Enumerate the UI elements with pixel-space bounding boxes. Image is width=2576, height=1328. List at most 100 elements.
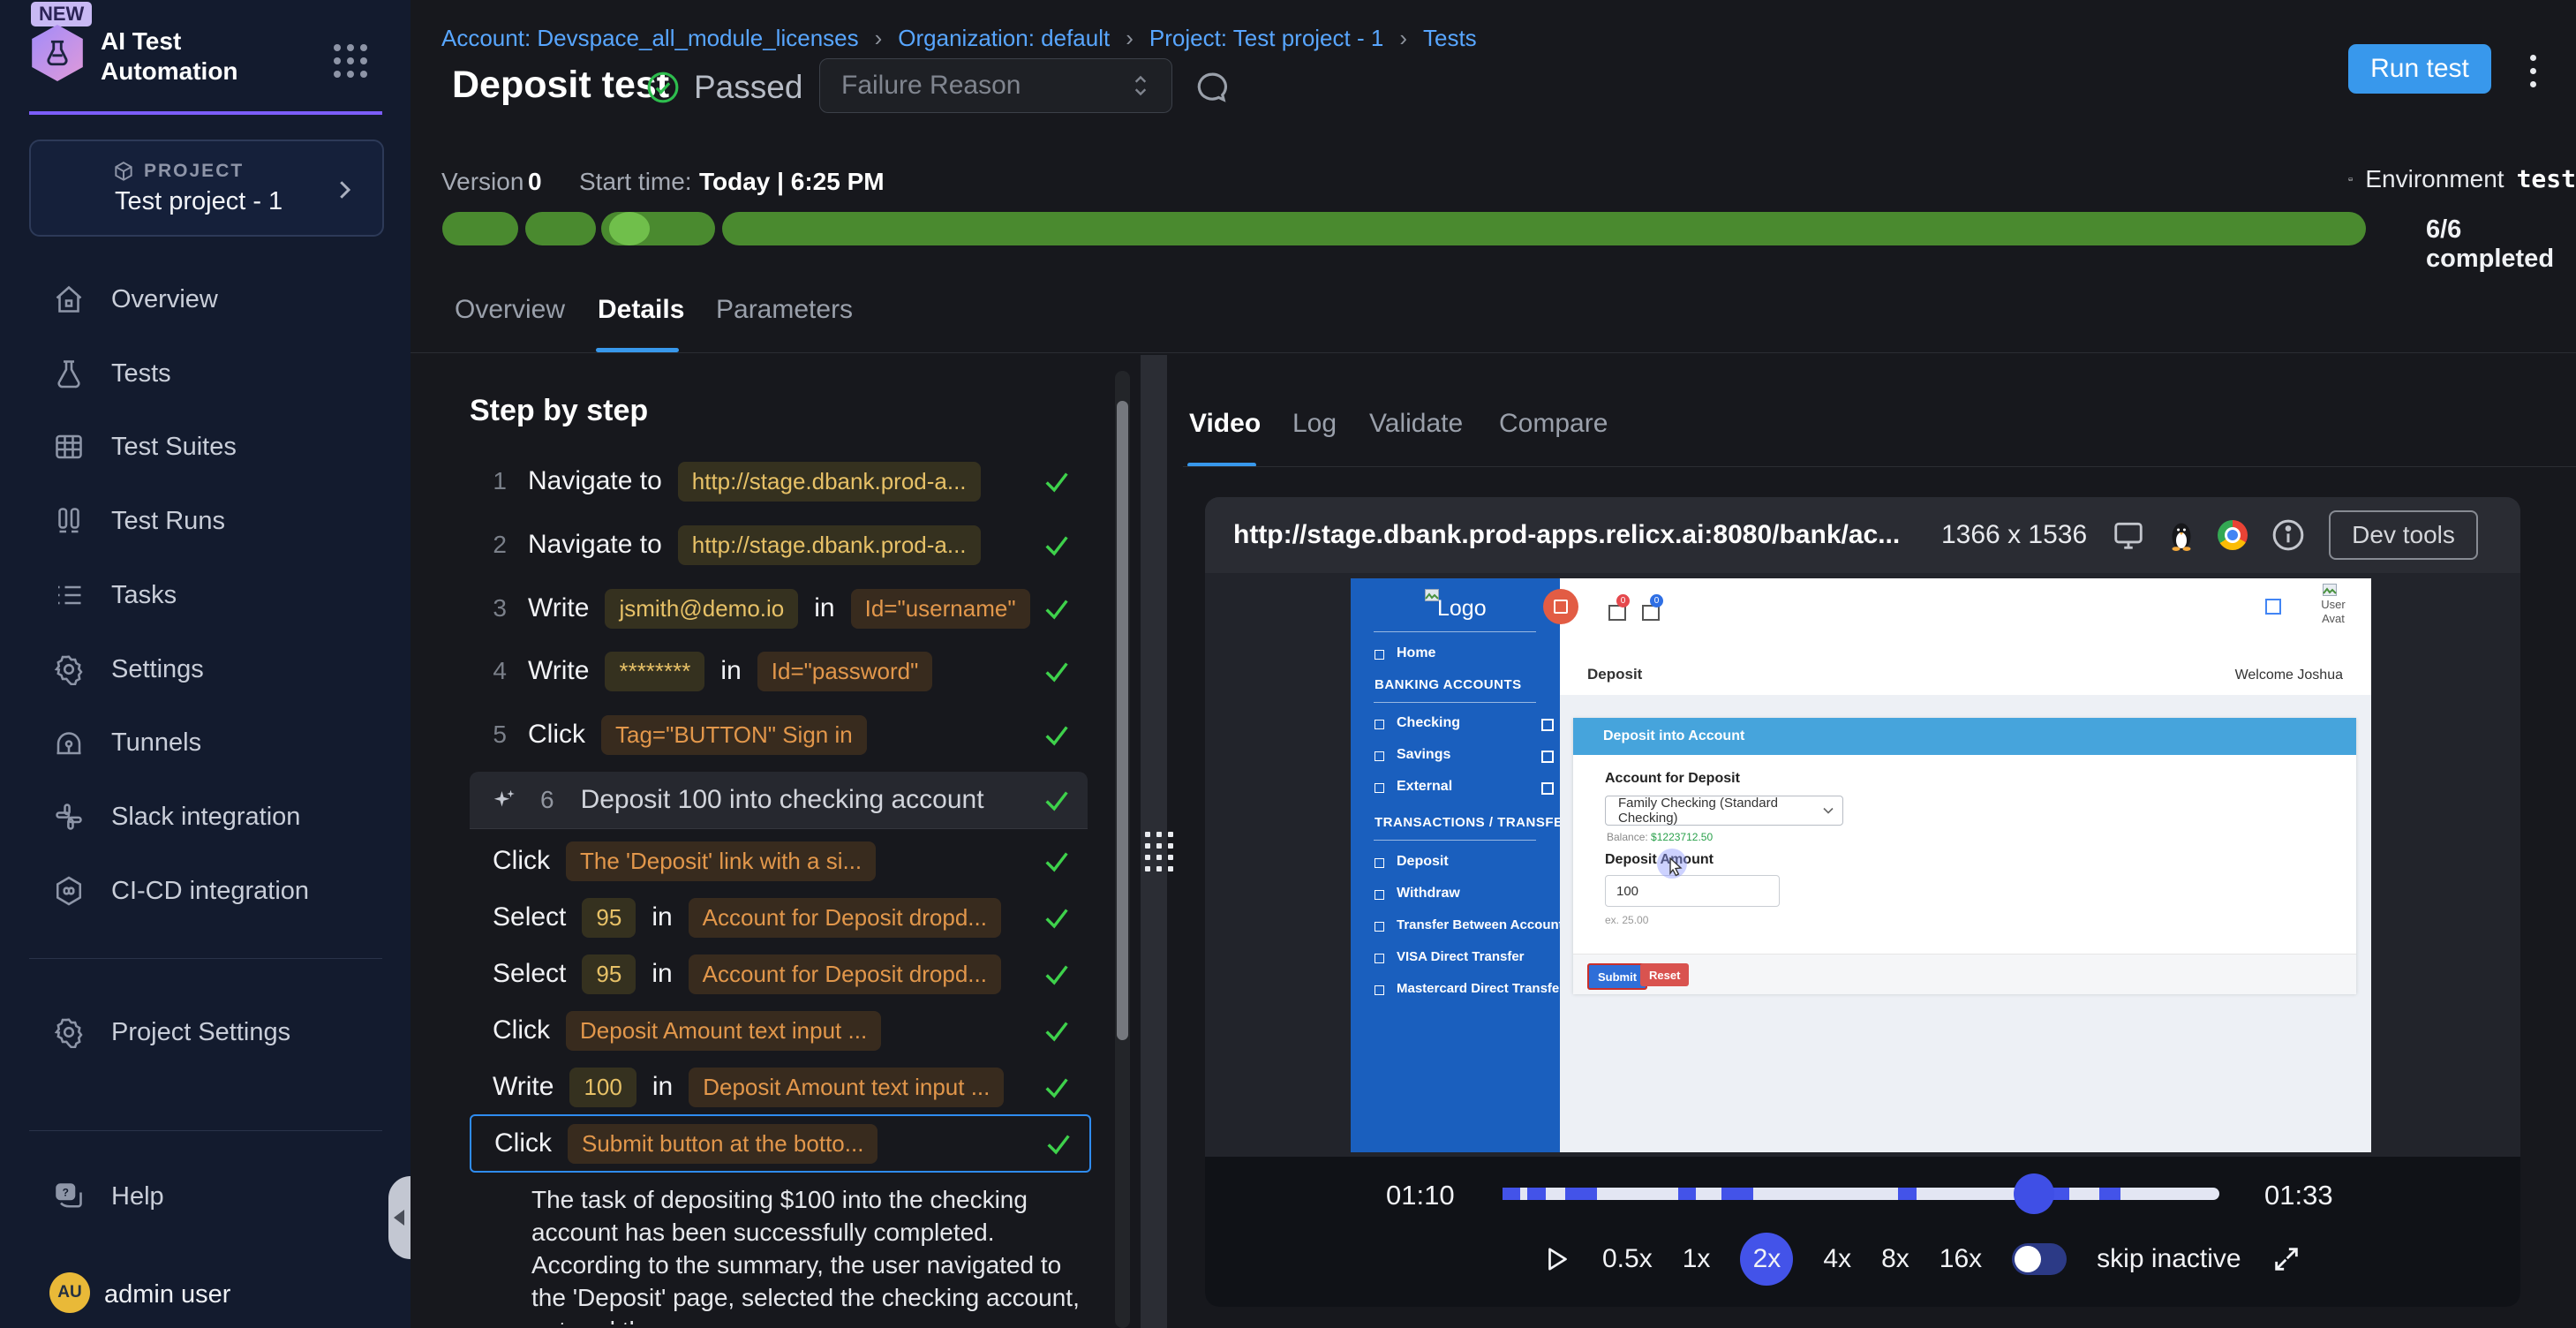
- sidebar-collapse-handle[interactable]: [388, 1176, 411, 1259]
- substep-row-2[interactable]: Select 95 in Account for Deposit dropd..…: [470, 890, 1088, 945]
- step-row-2[interactable]: 2 Navigate to http://stage.dbank.prod-a.…: [470, 517, 1088, 572]
- check-icon: [1042, 846, 1072, 876]
- video-resolution: 1366 x 1536: [1941, 520, 2087, 550]
- step-summary-text: The task of depositing $100 into the che…: [531, 1183, 1089, 1324]
- run-test-button[interactable]: Run test: [2348, 44, 2491, 94]
- breadcrumb-separator: ›: [875, 25, 883, 52]
- tab-details[interactable]: Details: [598, 295, 684, 325]
- play-icon[interactable]: [1540, 1243, 1572, 1275]
- check-icon: [1042, 656, 1072, 686]
- skip-inactive-toggle[interactable]: [2012, 1243, 2067, 1275]
- broken-avatar-icon: [2323, 584, 2337, 596]
- user-avatar[interactable]: AU: [49, 1272, 90, 1313]
- speed-16x[interactable]: 16x: [1940, 1244, 1982, 1274]
- scrollbar-thumb[interactable]: [1117, 401, 1128, 1040]
- tab-parameters[interactable]: Parameters: [716, 295, 853, 325]
- check-icon: [1043, 1128, 1073, 1158]
- timeline-track[interactable]: [1503, 1188, 2219, 1200]
- substep-row-3[interactable]: Select 95 in Account for Deposit dropd..…: [470, 947, 1088, 1001]
- step-row-3[interactable]: 3 Write jsmith@demo.io in Id="username": [470, 581, 1088, 636]
- speed-2x-active[interactable]: 2x: [1740, 1233, 1793, 1286]
- value-chip: jsmith@demo.io: [605, 589, 798, 629]
- selector-chip: The 'Deposit' link with a si...: [566, 841, 876, 881]
- substep-row-5[interactable]: Write 100 in Deposit Amount text input .…: [470, 1060, 1088, 1114]
- chevron-down-icon: [1823, 807, 1834, 814]
- substep-row-6-selected[interactable]: Click Submit button at the botto...: [470, 1114, 1091, 1173]
- steps-scrollbar[interactable]: [1115, 371, 1130, 1328]
- step-group-header[interactable]: 6 Deposit 100 into checking account: [470, 772, 1088, 829]
- project-label: PROJECT: [144, 161, 244, 182]
- project-selector[interactable]: PROJECT Test project - 1: [29, 140, 384, 237]
- video-frame[interactable]: Logo Home BANKING ACCOUNTS Checking Savi…: [1351, 578, 2371, 1152]
- step-row-5[interactable]: 5 Click Tag="BUTTON" Sign in: [470, 707, 1088, 762]
- check-icon: [1042, 530, 1072, 560]
- home-icon: [53, 283, 85, 315]
- mouse-cursor-icon: [1667, 857, 1684, 877]
- tab-video[interactable]: Video: [1189, 409, 1261, 439]
- breadcrumb-project[interactable]: Project: Test project - 1: [1149, 25, 1383, 52]
- skip-inactive-label: skip inactive: [2097, 1244, 2241, 1274]
- info-icon[interactable]: [2271, 517, 2306, 553]
- more-options-icon[interactable]: [2530, 55, 2536, 87]
- sidebar-item-tunnels[interactable]: Tunnels: [35, 714, 388, 771]
- bank-titlebar: Deposit Welcome Joshua: [1560, 655, 2371, 696]
- sidebar-item-test-suites[interactable]: Test Suites: [35, 419, 388, 475]
- progress-completed-text: 6/6 completed: [2426, 215, 2576, 274]
- video-header: http://stage.dbank.prod-apps.relicx.ai:8…: [1205, 497, 2520, 573]
- speed-0.5x[interactable]: 0.5x: [1602, 1244, 1653, 1274]
- sidebar-item-slack-integration[interactable]: Slack integration: [35, 788, 388, 845]
- failure-reason-select[interactable]: Failure Reason: [819, 58, 1172, 113]
- columns-icon: [53, 505, 85, 537]
- playback-controls: 0.5x 1x 2x 4x 8x 16x skip inactive: [1540, 1243, 2301, 1275]
- breadcrumb-separator: ›: [1126, 25, 1134, 52]
- environment-value: test: [2517, 164, 2576, 193]
- sidebar-item-tasks[interactable]: Tasks: [35, 567, 388, 623]
- sidebar-item-help[interactable]: ? Help: [35, 1168, 388, 1225]
- tab-compare[interactable]: Compare: [1499, 409, 1608, 439]
- sidebar-item-test-runs[interactable]: Test Runs: [35, 493, 388, 549]
- dev-tools-button[interactable]: Dev tools: [2329, 510, 2478, 560]
- speed-8x[interactable]: 8x: [1881, 1244, 1909, 1274]
- progress-segment: [525, 212, 596, 245]
- divider: [29, 1130, 382, 1131]
- check-icon: [1042, 1072, 1072, 1102]
- breadcrumb-tests[interactable]: Tests: [1423, 25, 1477, 52]
- timeline-thumb[interactable]: [2014, 1173, 2054, 1214]
- timeline-marker: [1721, 1188, 1753, 1200]
- sidebar-item-settings[interactable]: Settings: [35, 641, 388, 698]
- bank-submit-button: Submit: [1587, 963, 1647, 990]
- sidebar-item-cicd-integration[interactable]: CI-CD integration: [35, 863, 388, 919]
- sidebar-item-overview[interactable]: Overview: [35, 271, 388, 328]
- divider: [29, 958, 382, 959]
- step-row-4[interactable]: 4 Write ******** in Id="password": [470, 644, 1088, 698]
- tab-overview[interactable]: Overview: [455, 295, 565, 325]
- timeline-marker: [1678, 1188, 1696, 1200]
- step-row-1[interactable]: 1 Navigate to http://stage.dbank.prod-a.…: [470, 454, 1088, 509]
- speed-1x[interactable]: 1x: [1683, 1244, 1711, 1274]
- tab-validate[interactable]: Validate: [1369, 409, 1463, 439]
- value-chip: http://stage.dbank.prod-a...: [678, 462, 981, 502]
- bank-nav-checking: Checking: [1397, 715, 1460, 731]
- bank-section-accounts: BANKING ACCOUNTS: [1375, 677, 1522, 692]
- divider: [411, 352, 2576, 353]
- sidebar-item-tests[interactable]: Tests: [35, 345, 388, 402]
- bank-reset-button: Reset: [1640, 963, 1689, 986]
- bank-square-icon: [2265, 599, 2281, 615]
- page-title: Deposit test: [452, 64, 669, 107]
- svg-text:?: ?: [63, 1186, 69, 1198]
- bank-sidebar: Logo Home BANKING ACCOUNTS Checking Savi…: [1351, 578, 1560, 1152]
- sidebar-item-project-settings[interactable]: Project Settings: [35, 1004, 388, 1060]
- selector-chip: Id="password": [757, 652, 933, 691]
- substep-row-1[interactable]: Click The 'Deposit' link with a si...: [470, 834, 1088, 888]
- fullscreen-icon[interactable]: [2271, 1244, 2301, 1274]
- timeline-marker: [1565, 1188, 1597, 1200]
- breadcrumb-organization[interactable]: Organization: default: [898, 25, 1110, 52]
- app-launcher-icon[interactable]: [334, 44, 367, 78]
- speed-4x[interactable]: 4x: [1823, 1244, 1851, 1274]
- tab-log[interactable]: Log: [1292, 409, 1337, 439]
- updown-chevron-icon: [1129, 72, 1152, 100]
- breadcrumb-account[interactable]: Account: Devspace_all_module_licenses: [441, 25, 859, 52]
- substep-row-4[interactable]: Click Deposit Amount text input ...: [470, 1003, 1088, 1058]
- comment-icon[interactable]: [1194, 69, 1231, 106]
- bank-content: Deposit into Account Account for Deposit…: [1560, 695, 2371, 1152]
